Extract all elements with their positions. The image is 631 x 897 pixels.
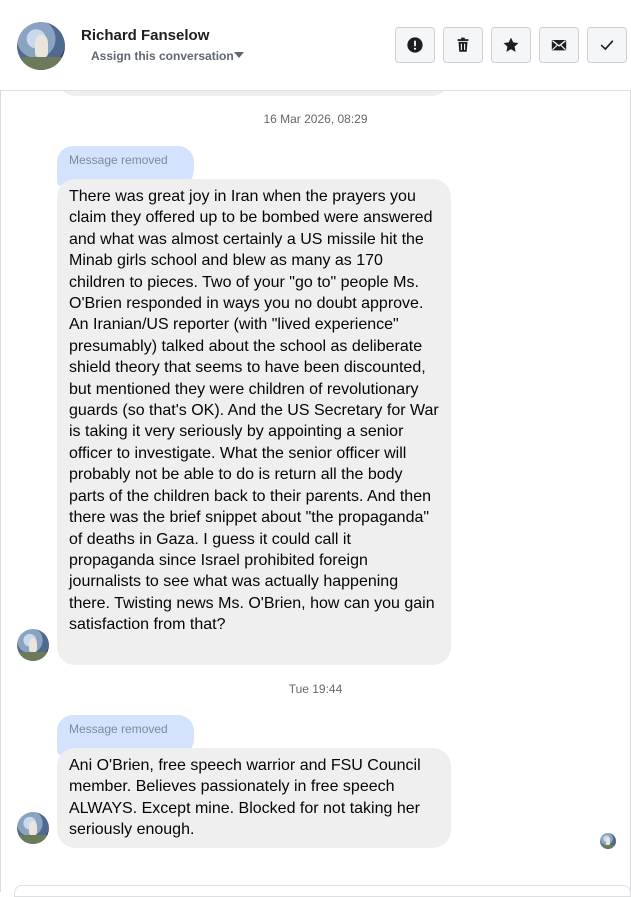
assign-conversation-dropdown[interactable]: Assign this conversation [91, 49, 234, 63]
message-bubble[interactable]: Ani O'Brien, free speech warrior and FSU… [57, 748, 451, 848]
message-bubble[interactable]: There was great joy in Iran when the pra… [57, 179, 451, 665]
timestamp: 16 Mar 2026, 08:29 [263, 112, 368, 126]
star-button[interactable] [491, 27, 531, 63]
mark-done-button[interactable] [587, 27, 627, 63]
left-border [0, 0, 1, 892]
mark-unread-button[interactable] [539, 27, 579, 63]
seen-receipt-avatar [600, 833, 616, 849]
sender-avatar[interactable] [17, 812, 49, 844]
contact-avatar[interactable] [17, 22, 65, 70]
caret-down-icon[interactable] [234, 52, 244, 58]
conversation-header: Richard Fanselow Assign this conversatio… [0, 0, 631, 91]
star-icon [503, 37, 519, 52]
delete-button[interactable] [443, 27, 483, 63]
mark-spam-button[interactable] [395, 27, 435, 63]
checkmark-icon [600, 40, 614, 51]
timestamp: Tue 19:44 [288, 682, 343, 696]
message-composer[interactable] [14, 885, 631, 897]
trash-icon [457, 37, 469, 52]
envelope-icon [551, 40, 567, 51]
alert-circle-icon [407, 37, 423, 53]
contact-name[interactable]: Richard Fanselow [81, 27, 209, 44]
sender-avatar[interactable] [17, 629, 49, 661]
